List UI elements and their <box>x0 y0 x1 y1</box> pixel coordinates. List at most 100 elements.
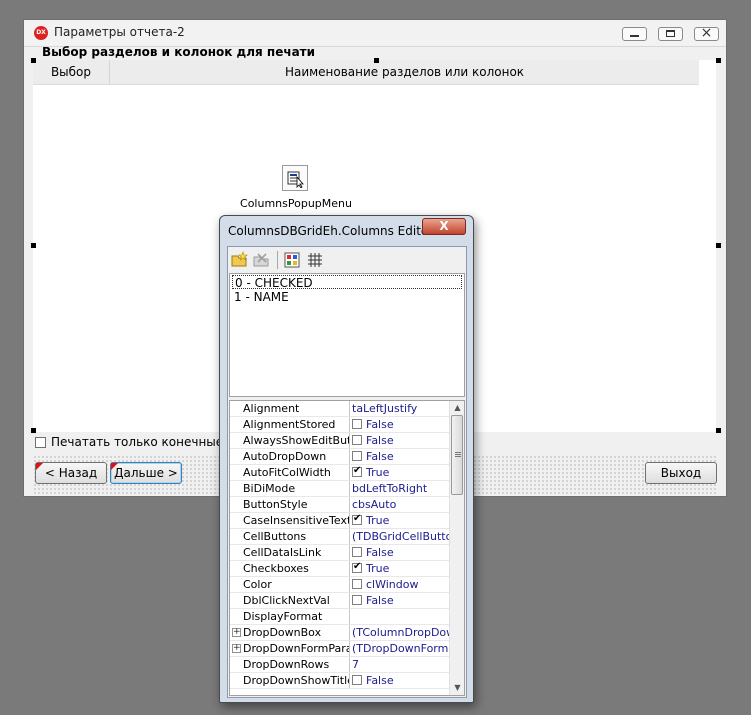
property-value[interactable]: False <box>352 593 449 608</box>
property-row[interactable]: BiDiMode bdLeftToRight <box>230 481 449 497</box>
property-row[interactable]: AlignmentStored False <box>230 417 449 433</box>
property-row[interactable]: Color clWindow <box>230 577 449 593</box>
property-value[interactable]: (TDropDownFormCallParams) <box>352 641 449 656</box>
property-value[interactable]: False <box>352 417 449 432</box>
property-value[interactable]: False <box>352 673 449 688</box>
column-divider[interactable] <box>349 529 350 544</box>
property-row[interactable]: ButtonStyle cbsAuto <box>230 497 449 513</box>
list-item-name[interactable]: 1 - NAME <box>232 290 462 304</box>
column-divider[interactable] <box>349 641 350 656</box>
property-row[interactable]: Checkboxes ✔ True <box>230 561 449 577</box>
delete-column-button[interactable] <box>253 251 271 269</box>
add-all-fields-button[interactable] <box>283 251 301 269</box>
restore-defaults-button[interactable] <box>306 251 324 269</box>
property-row[interactable]: DblClickNextVal False <box>230 593 449 609</box>
column-divider[interactable] <box>349 449 350 464</box>
property-row[interactable]: DropDownShowTitles False <box>230 673 449 689</box>
columns-list[interactable]: 0 - CHECKED 1 - NAME <box>229 273 465 397</box>
property-row[interactable]: CaseInsensitiveTextSearch ✔ True <box>230 513 449 529</box>
selection-handle[interactable] <box>716 58 721 63</box>
property-value[interactable]: (TColumnDropDownBox) <box>352 625 449 640</box>
grid-header-name[interactable]: Наименование разделов или колонок <box>110 60 699 84</box>
property-row[interactable]: CellDataIsLink False <box>230 545 449 561</box>
column-divider[interactable] <box>349 465 350 480</box>
column-divider[interactable] <box>349 401 350 416</box>
property-row[interactable]: CellButtons (TDBGridCellButtons) <box>230 529 449 545</box>
column-divider[interactable] <box>349 625 350 640</box>
add-all-fields-icon <box>284 252 300 268</box>
property-checkbox[interactable] <box>352 579 362 589</box>
property-value[interactable]: ✔ True <box>352 561 449 576</box>
column-divider[interactable] <box>349 657 350 672</box>
property-value[interactable]: 7 <box>352 657 449 672</box>
expand-icon[interactable]: + <box>232 628 241 637</box>
property-checkbox[interactable]: ✔ <box>352 561 362 573</box>
checkbox-box[interactable] <box>35 437 46 448</box>
column-divider[interactable] <box>349 609 350 624</box>
column-divider[interactable] <box>349 513 350 528</box>
popup-menu-component[interactable] <box>282 165 308 191</box>
property-value[interactable]: False <box>352 545 449 560</box>
editor-close-button[interactable]: X <box>422 218 466 235</box>
column-divider[interactable] <box>349 593 350 608</box>
property-value[interactable]: clWindow <box>352 577 449 592</box>
property-value[interactable]: ✔ True <box>352 465 449 480</box>
column-divider[interactable] <box>349 417 350 432</box>
property-row[interactable]: DropDownRows 7 <box>230 657 449 673</box>
expand-icon[interactable]: + <box>232 644 241 653</box>
property-value[interactable]: False <box>352 433 449 448</box>
column-divider[interactable] <box>349 497 350 512</box>
property-value-text: False <box>366 450 394 463</box>
selection-handle[interactable] <box>716 428 721 433</box>
property-checkbox[interactable] <box>352 595 362 605</box>
property-row[interactable]: AutoFitColWidth ✔ True <box>230 465 449 481</box>
property-row[interactable]: +DropDownBox (TColumnDropDownBox) <box>230 625 449 641</box>
property-value[interactable]: cbsAuto <box>352 497 449 512</box>
property-row[interactable]: AlwaysShowEditButton False <box>230 433 449 449</box>
column-divider[interactable] <box>349 545 350 560</box>
property-value[interactable]: bdLeftToRight <box>352 481 449 496</box>
selection-handle[interactable] <box>31 58 36 63</box>
maximize-button[interactable] <box>658 27 683 41</box>
property-row[interactable]: +DropDownFormParams(TDropDownFormCallPar… <box>230 641 449 657</box>
grid-header-select[interactable]: Выбор <box>33 60 110 84</box>
property-value[interactable]: ✔ True <box>352 513 449 528</box>
property-value[interactable]: False <box>352 449 449 464</box>
back-button[interactable]: < Назад <box>35 462 107 484</box>
add-column-button[interactable] <box>231 251 249 269</box>
column-divider[interactable] <box>349 577 350 592</box>
selection-handle[interactable] <box>31 428 36 433</box>
property-checkbox[interactable]: ✔ <box>352 513 362 525</box>
property-checkbox[interactable] <box>352 419 362 429</box>
property-checkbox[interactable]: ✔ <box>352 465 362 477</box>
list-item-checked[interactable]: 0 - CHECKED <box>232 275 462 290</box>
close-button[interactable]: × <box>694 25 719 41</box>
selection-handle[interactable] <box>31 243 36 248</box>
property-checkbox[interactable] <box>352 547 362 557</box>
property-checkbox[interactable] <box>352 435 362 445</box>
properties-scrollbar[interactable]: ▲ ▼ <box>449 401 464 695</box>
property-checkbox[interactable] <box>352 675 362 685</box>
selection-handle[interactable] <box>716 243 721 248</box>
property-row[interactable]: AutoDropDown False <box>230 449 449 465</box>
object-inspector[interactable]: Alignment taLeftJustify AlignmentStored Fal… <box>229 400 465 696</box>
property-row[interactable]: DisplayFormat <box>230 609 449 625</box>
scroll-down-arrow[interactable]: ▼ <box>450 681 464 695</box>
property-row[interactable]: Alignment taLeftJustify <box>230 401 449 417</box>
property-checkbox[interactable] <box>352 451 362 461</box>
exit-button[interactable]: Выход <box>645 462 717 484</box>
column-divider[interactable] <box>349 673 350 688</box>
column-divider[interactable] <box>349 481 350 496</box>
property-value[interactable]: taLeftJustify <box>352 401 449 416</box>
column-divider[interactable] <box>349 433 350 448</box>
scroll-thumb[interactable] <box>451 415 463 495</box>
property-value[interactable] <box>352 609 449 624</box>
selection-handle[interactable] <box>374 58 379 63</box>
property-value[interactable]: (TDBGridCellButtons) <box>352 529 449 544</box>
title-bar[interactable]: DX Параметры отчета-2 × <box>24 20 726 47</box>
scroll-up-arrow[interactable]: ▲ <box>450 401 464 415</box>
minimize-button[interactable] <box>622 27 647 41</box>
next-button[interactable]: Дальше > <box>110 462 182 484</box>
print-leaf-only-checkbox[interactable]: Печатать только конечные во <box>35 435 241 451</box>
column-divider[interactable] <box>349 561 350 576</box>
